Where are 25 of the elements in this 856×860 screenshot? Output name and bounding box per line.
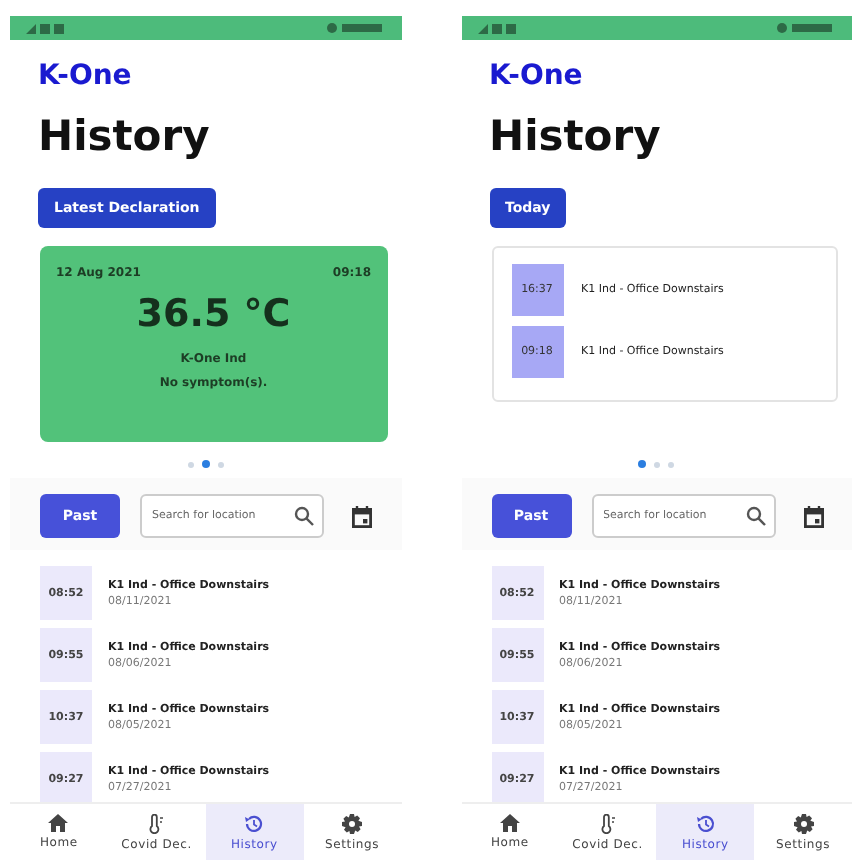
thermometer-icon [597,813,618,833]
pager-dot[interactable] [668,461,675,467]
history-icon [695,813,716,833]
history-icon [244,813,265,833]
calendar-icon[interactable] [803,505,823,527]
temperature: 36.5 °C [136,292,291,336]
logo: K-One [38,60,134,96]
home-icon [48,814,69,832]
pager-dot[interactable] [217,461,224,467]
page-title: History [489,112,663,164]
pager-dot[interactable] [638,460,647,468]
logo: K-One [489,60,585,96]
search-icon [294,506,314,526]
calendar-icon[interactable] [352,505,372,527]
pager-dot[interactable] [187,461,194,467]
thermometer-icon [146,813,167,833]
pager-dot[interactable] [201,460,210,468]
signal-icon [477,22,521,34]
page-title: History [38,112,212,164]
search-icon [745,506,765,526]
signal-icon [26,22,70,34]
pager-dot[interactable] [654,461,661,467]
home-icon [499,814,520,832]
settings-icon [342,813,363,833]
settings-icon [793,813,814,833]
